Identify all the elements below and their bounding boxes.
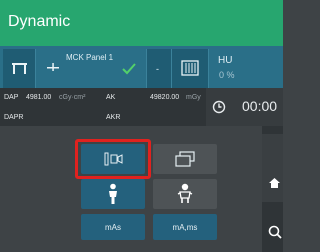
dash-button[interactable]: - (147, 49, 172, 88)
mas-label: mAs (105, 223, 121, 232)
adult-icon (109, 183, 117, 204)
mams-label: mA,ms (172, 223, 198, 232)
pediatric-patient-button[interactable] (153, 179, 217, 209)
dap-unit: cGy·cm² (59, 94, 86, 101)
ak-value: 49820.00 (150, 94, 180, 101)
dap-value: 4981.00 (26, 94, 52, 101)
dash-label: - (156, 64, 159, 74)
grid-button[interactable] (172, 49, 209, 88)
grid-icon (181, 60, 199, 76)
search-icon[interactable] (268, 225, 282, 239)
stack-icon (175, 151, 195, 167)
table-button[interactable] (3, 49, 36, 88)
table-icon (12, 63, 27, 74)
adult-patient-button[interactable] (81, 179, 145, 209)
clock-icon (212, 100, 226, 114)
ma-ms-mode-button[interactable]: mA,ms (153, 214, 217, 240)
dap-label: DAP (4, 94, 19, 101)
detector-plug-icon (47, 63, 59, 71)
check-icon (122, 63, 136, 75)
panel-name: MCK Panel 1 (66, 53, 114, 62)
selection-highlight (75, 139, 151, 179)
home-icon (269, 178, 280, 188)
timer-value: 00:00 (242, 98, 278, 114)
hu-label: HU (218, 55, 233, 66)
dapr-label: DAPR (4, 114, 24, 121)
ak-label: AK (106, 94, 116, 101)
mas-mode-button[interactable]: mAs (81, 214, 145, 240)
detector-panel-selector[interactable]: MCK Panel 1 (36, 49, 147, 88)
right-nav-rail (262, 126, 283, 252)
hu-value: 0 % (219, 70, 235, 80)
akr-label: AKR (106, 114, 121, 121)
multi-frame-button[interactable] (153, 144, 217, 174)
child-icon (177, 183, 193, 203)
app-title: Dynamic (8, 13, 71, 30)
ak-unit: mGy (186, 94, 201, 101)
acquisition-controls: mAs mA,ms (0, 126, 262, 252)
dose-readout: DAP 4981.00 cGy·cm² AK 49820.00 mGy DAPR… (0, 88, 206, 126)
home-nav-button[interactable] (262, 134, 283, 202)
detector-toolbar: MCK Panel 1 - HU 0 % (0, 49, 283, 88)
exposure-timer: 00:00 (206, 88, 283, 126)
